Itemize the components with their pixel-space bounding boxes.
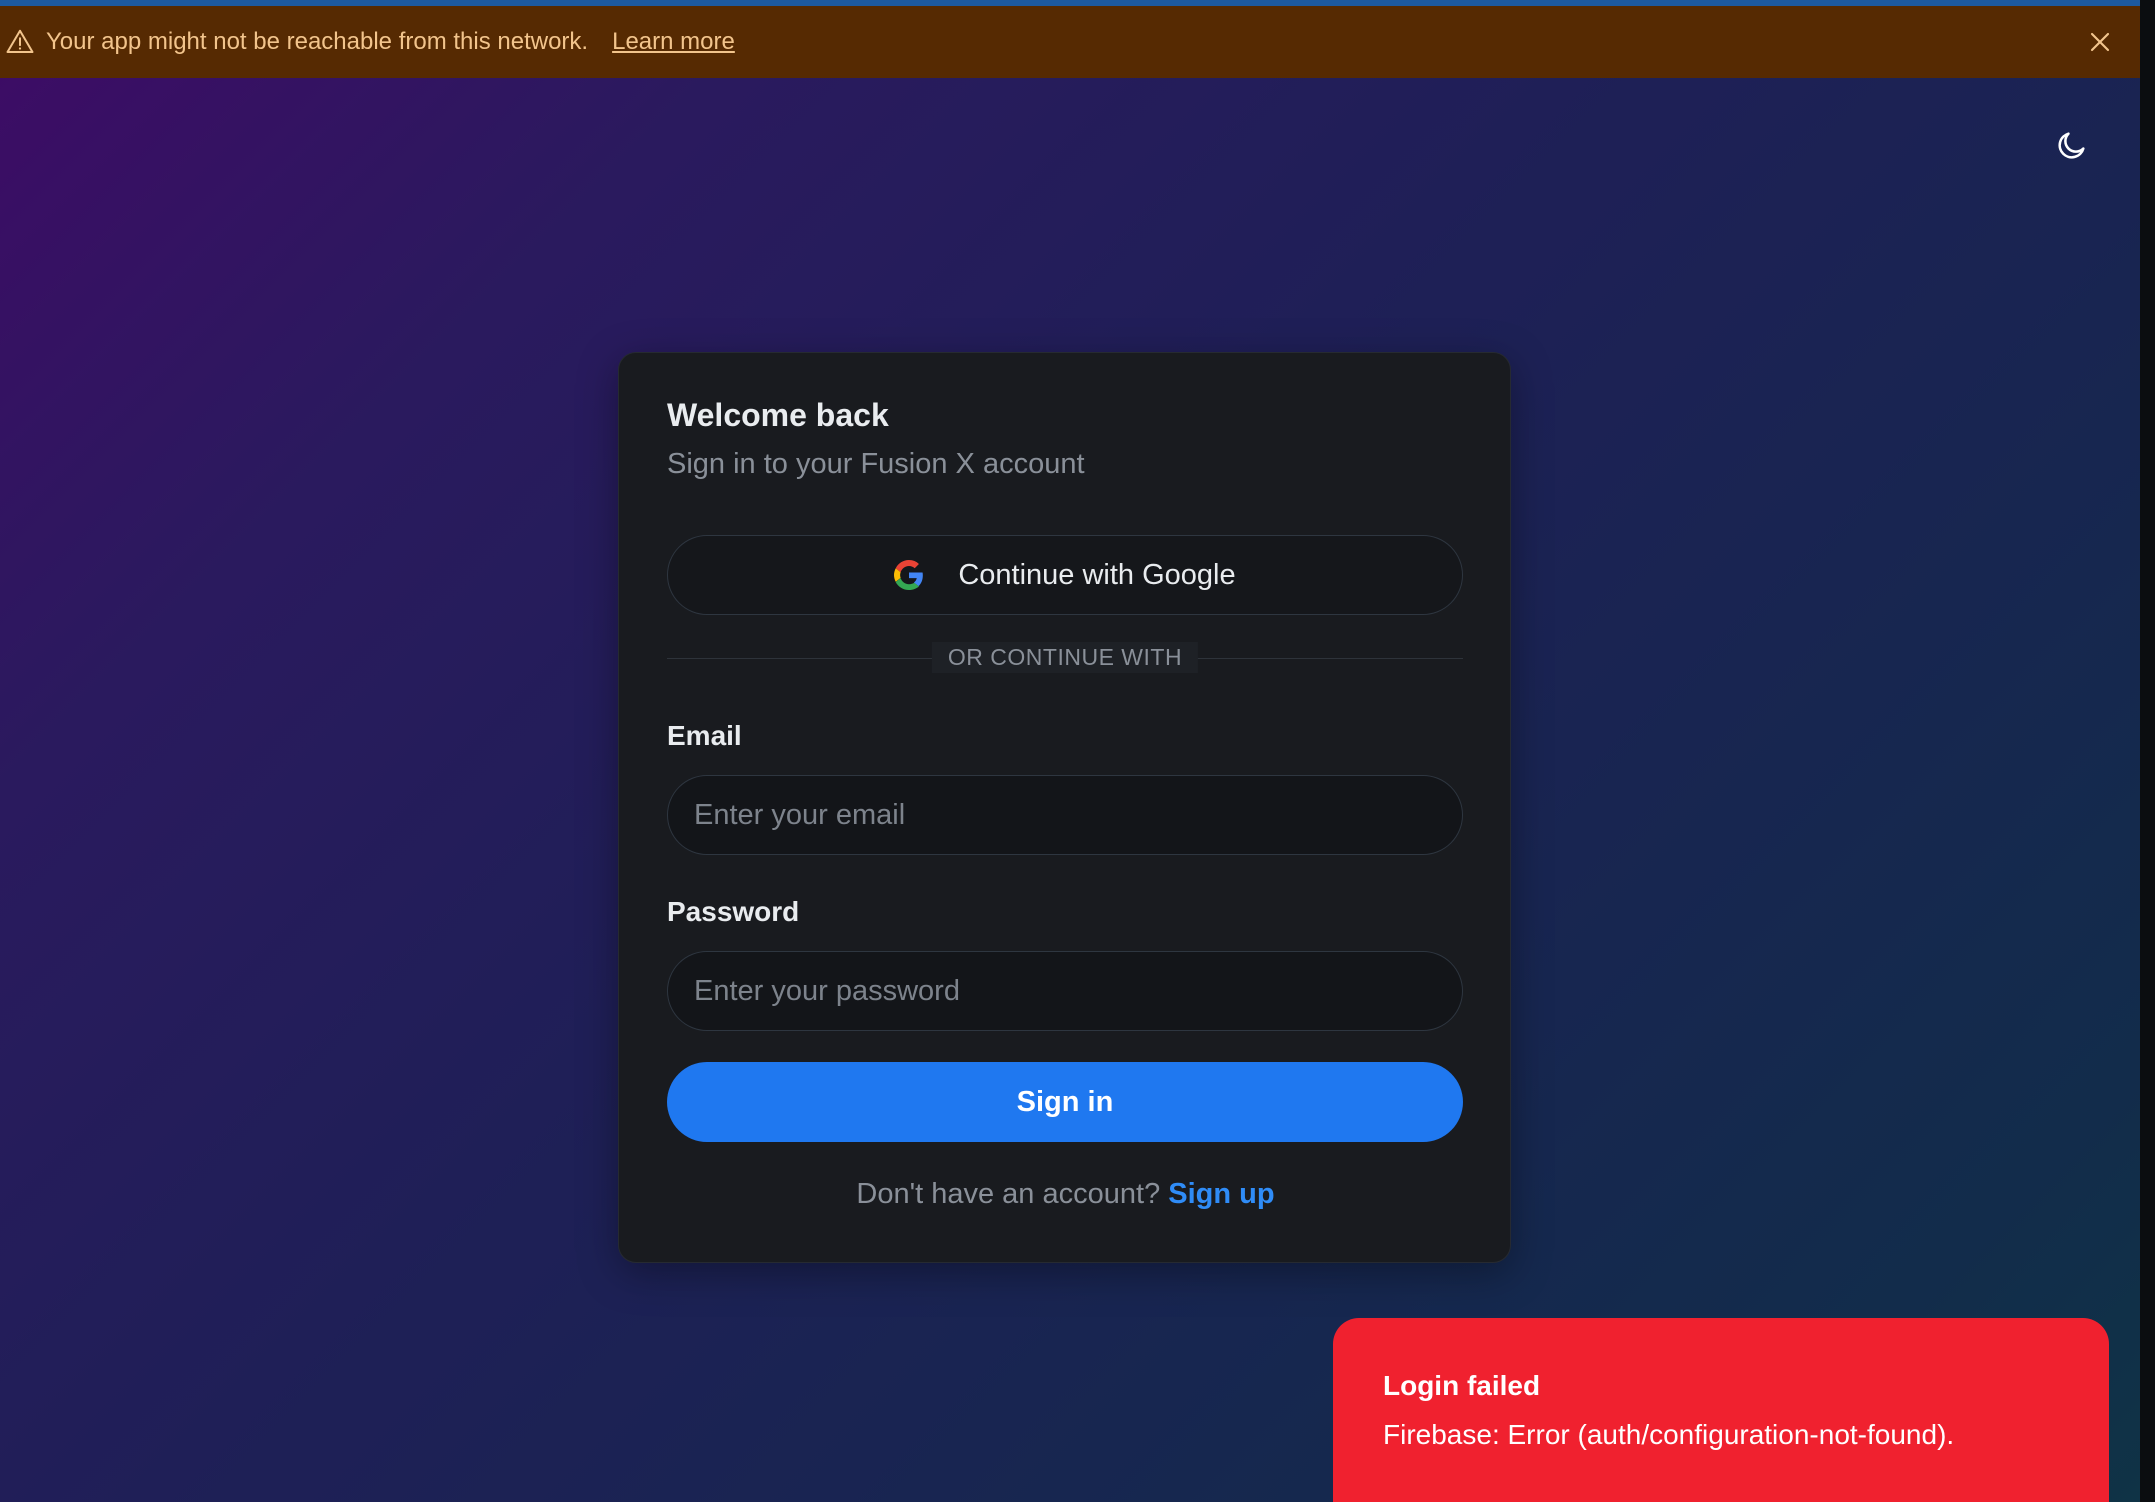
page-subtitle: Sign in to your Fusion X account [667,448,1085,480]
sign-up-link[interactable]: Sign up [1168,1178,1274,1210]
toast-description: Firebase: Error (auth/configuration-not-… [1383,1419,1955,1450]
learn-more-link[interactable]: Learn more [612,28,735,56]
login-card: Welcome back Sign in to your Fusion X ac… [618,352,1511,1263]
divider-label: OR CONTINUE WITH [931,642,1199,673]
password-field[interactable] [667,951,1463,1031]
page-title: Welcome back [667,397,889,433]
app-window: Your app might not be reachable from thi… [0,0,2140,1502]
google-logo-icon [894,560,924,590]
signup-row: Don't have an account? Sign up [619,1178,1512,1211]
google-button-label: Continue with Google [958,558,1236,591]
error-toast[interactable]: Login failed Firebase: Error (auth/confi… [1333,1318,2109,1502]
signup-prompt: Don't have an account? [856,1178,1161,1210]
email-label: Email [667,720,742,751]
sign-in-button[interactable]: Sign in [667,1062,1463,1142]
banner-message: Your app might not be reachable from thi… [46,28,589,55]
or-divider: OR CONTINUE WITH [667,642,1463,674]
network-warning-banner: Your app might not be reachable from thi… [0,6,2140,78]
email-field[interactable] [667,775,1463,855]
warning-triangle-icon [4,26,36,58]
toast-title: Login failed [1383,1370,1541,1401]
password-label: Password [667,896,800,927]
theme-toggle-button[interactable] [2053,128,2091,166]
moon-icon [2055,128,2089,167]
google-signin-button[interactable]: Continue with Google [667,535,1463,615]
window-edge [2140,0,2155,1502]
close-icon[interactable] [2084,26,2116,58]
